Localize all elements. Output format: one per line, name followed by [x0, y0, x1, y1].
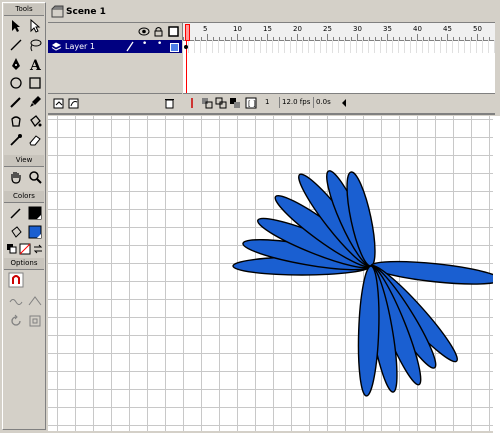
scene-label[interactable]: Scene 1 — [66, 7, 106, 17]
scroll-left-arrow-icon[interactable] — [340, 98, 348, 108]
fan-shape[interactable] — [48, 116, 493, 431]
stage-canvas[interactable] — [48, 116, 493, 431]
scale-icon[interactable] — [27, 313, 43, 329]
eye-icon[interactable] — [138, 27, 150, 36]
outline-color-box[interactable] — [170, 43, 179, 52]
text-tool-icon[interactable]: A — [27, 56, 43, 72]
fan-petal[interactable] — [356, 265, 381, 397]
default-colors-icon[interactable] — [6, 243, 18, 255]
add-guide-layer-icon[interactable] — [68, 97, 80, 109]
tools-panel: Tools A View Colors Options — [2, 2, 46, 430]
center-frame-icon[interactable] — [187, 97, 197, 109]
layers-header — [48, 23, 183, 40]
line-tool-icon[interactable] — [8, 37, 24, 53]
timeline-status-bar: [ ] 1 12.0 fps 0.0s — [183, 93, 495, 112]
arrow-tool-icon[interactable] — [8, 18, 24, 34]
subselect-tool-icon[interactable] — [27, 18, 43, 34]
tools-header: Tools — [4, 4, 44, 16]
stroke-color-swatch[interactable] — [27, 205, 43, 221]
frame-number: 45 — [443, 25, 452, 33]
eyedropper-tool-icon[interactable] — [8, 132, 24, 148]
insert-layer-icon[interactable] — [53, 97, 65, 109]
onion-skin-outlines-icon[interactable] — [215, 97, 227, 109]
brush-tool-icon[interactable] — [27, 94, 43, 110]
oval-tool-icon[interactable] — [8, 75, 24, 91]
no-color-icon[interactable] — [19, 243, 31, 255]
view-header: View — [4, 155, 44, 167]
keyframe-dot[interactable] — [184, 45, 188, 49]
frame-number: 40 — [413, 25, 422, 33]
svg-text:[ ]: [ ] — [248, 100, 256, 108]
layer-name[interactable]: Layer 1 — [65, 42, 95, 51]
stroke-color-pencil-icon — [8, 205, 24, 221]
lasso-tool-icon[interactable] — [27, 37, 43, 53]
frame-number: 20 — [293, 25, 302, 33]
svg-text:A: A — [29, 58, 42, 72]
layer-controls — [48, 93, 182, 112]
frame-number: 5 — [203, 25, 208, 33]
frame-number: 50 — [473, 25, 482, 33]
vertical-scrollbar[interactable] — [493, 116, 500, 433]
timeline-panel: Layer 1 • • 5 10 15 20 25 30 35 40 45 50 [ ] 1 12… — [48, 23, 495, 115]
outline-icon[interactable] — [168, 26, 179, 37]
rotate-icon[interactable] — [8, 313, 24, 329]
frame-number: 25 — [323, 25, 332, 33]
layer-page-icon — [51, 42, 62, 51]
onion-skin-icon[interactable] — [201, 97, 213, 109]
paint-bucket-tool-icon[interactable] — [27, 113, 43, 129]
scene-clapper-icon — [51, 5, 64, 18]
frame-number: 30 — [353, 25, 362, 33]
modify-onion-markers-icon[interactable]: [ ] — [245, 97, 257, 109]
edit-multiple-frames-icon[interactable] — [229, 97, 241, 109]
pencil-tool-icon[interactable] — [8, 94, 24, 110]
straighten-icon[interactable] — [27, 293, 43, 309]
snap-magnet-icon[interactable] — [8, 272, 24, 288]
hand-tool-icon[interactable] — [8, 169, 24, 185]
frame-ruler[interactable]: 5 10 15 20 25 30 35 40 45 50 — [183, 23, 495, 41]
pen-tool-icon[interactable] — [8, 56, 24, 72]
ink-bottle-tool-icon[interactable] — [8, 113, 24, 129]
layer-frames[interactable] — [183, 40, 495, 53]
frame-rate: 12.0 fps — [279, 97, 312, 108]
colors-header: Colors — [4, 191, 44, 203]
layer-row[interactable]: Layer 1 • • — [48, 39, 182, 53]
fill-color-bucket-icon — [8, 224, 24, 240]
zoom-tool-icon[interactable] — [27, 169, 43, 185]
rectangle-tool-icon[interactable] — [27, 75, 43, 91]
frame-number: 10 — [233, 25, 242, 33]
frames-area: 5 10 15 20 25 30 35 40 45 50 [ ] 1 12.0 fps 0.0s — [183, 23, 495, 112]
lock-dot[interactable]: • — [157, 39, 162, 49]
fill-color-swatch[interactable] — [27, 224, 43, 240]
visible-dot[interactable]: • — [142, 39, 147, 49]
smooth-icon[interactable] — [8, 293, 24, 309]
frame-number: 15 — [263, 25, 272, 33]
swap-colors-icon[interactable] — [32, 243, 44, 255]
current-frame: 1 — [265, 98, 270, 106]
elapsed-time: 0.0s — [313, 97, 333, 108]
scene-bar: Scene 1 — [48, 2, 495, 23]
lock-icon[interactable] — [154, 26, 163, 37]
playhead-marker[interactable] — [185, 24, 190, 41]
frame-number: 35 — [383, 25, 392, 33]
trash-icon[interactable] — [164, 97, 175, 109]
eraser-tool-icon[interactable] — [27, 132, 43, 148]
options-header: Options — [4, 258, 44, 270]
pencil-edit-icon — [126, 41, 134, 52]
